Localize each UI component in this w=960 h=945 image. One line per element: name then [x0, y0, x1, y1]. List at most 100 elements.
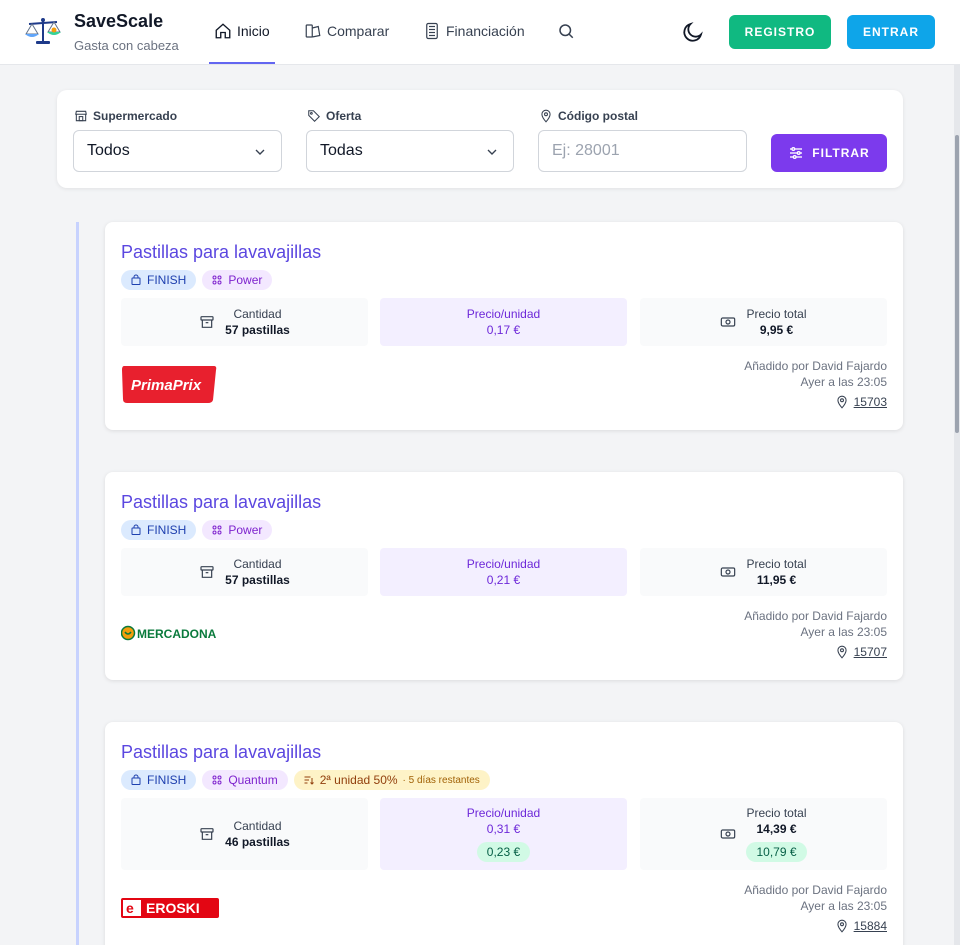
search-button[interactable]: [557, 22, 575, 40]
total-price-stat: Precio total 14,39 € 10,79 €: [640, 798, 887, 870]
brand-tag[interactable]: FINISH: [121, 520, 197, 540]
offer-meta: Añadido por David Fajardo Ayer a las 23:…: [744, 358, 887, 410]
nav-inicio-label: Inicio: [237, 23, 270, 39]
location-pin-icon: [541, 109, 551, 123]
postal-code[interactable]: 15884: [744, 918, 887, 934]
sort-down-icon: [304, 776, 314, 785]
mercadona-logo: MERCADONA: [121, 625, 217, 641]
top-header: SaveScale Gasta con cabeza Inicio Compar…: [0, 0, 960, 65]
bag-icon: [131, 774, 141, 785]
variant-tag[interactable]: Quantum: [202, 770, 288, 790]
unit-price-stat: Precio/unidad 0,21 €: [380, 548, 627, 596]
offer-tags: FINISH Power: [121, 520, 273, 540]
tag-icon: [308, 110, 320, 122]
quantity-label: Cantidad: [233, 819, 282, 833]
offer-meta: Añadido por David Fajardo Ayer a las 23:…: [744, 882, 887, 934]
brand-tag[interactable]: FINISH: [121, 270, 197, 290]
brand-subtitle: Gasta con cabeza: [74, 38, 179, 53]
brand-tag-label: FINISH: [147, 523, 187, 537]
offer-select[interactable]: Todas: [306, 130, 514, 172]
brand[interactable]: SaveScale Gasta con cabeza: [74, 11, 179, 53]
offer-meta: Añadido por David Fajardo Ayer a las 23:…: [744, 608, 887, 660]
variant-icon: [212, 275, 222, 285]
variant-tag-label: Power: [228, 273, 263, 287]
variant-tag[interactable]: Power: [202, 270, 273, 290]
quantity-value: 57 pastillas: [225, 323, 290, 337]
offer-title[interactable]: Pastillas para lavavajillas: [121, 742, 321, 763]
variant-tag[interactable]: Power: [202, 520, 273, 540]
postal-code-input[interactable]: [538, 130, 747, 172]
eroski-logo: e EROSKI: [121, 898, 219, 918]
promo-tag[interactable]: 2ª unidad 50% · 5 días restantes: [293, 770, 490, 790]
primaprix-logo: PrimaPrix: [122, 366, 217, 403]
supermarket-select-value: Todos: [87, 142, 130, 159]
postal-code-link[interactable]: 15703: [854, 394, 887, 410]
unit-price-value: 0,17 €: [486, 323, 521, 337]
active-nav-underline: [209, 62, 275, 64]
offer-card[interactable]: Pastillas para lavavajillas FINISH Power…: [105, 222, 903, 430]
added-when: Ayer a las 23:05: [800, 625, 887, 639]
box-icon: [200, 316, 214, 328]
chevron-down-icon: [255, 149, 265, 155]
location-pin-icon: [837, 919, 847, 933]
timeline-line: [76, 222, 79, 945]
added-by: Añadido por David Fajardo: [744, 609, 887, 623]
filter-button-label: FILTRAR: [812, 146, 870, 160]
scale-logo-icon[interactable]: [24, 16, 62, 46]
login-button[interactable]: ENTRAR: [847, 15, 935, 49]
offer-label: Oferta: [307, 109, 361, 123]
nav-financiacion-label: Financiación: [446, 23, 525, 39]
total-price-offer: 10,79 €: [746, 842, 807, 862]
brand-tag-label: FINISH: [147, 773, 187, 787]
location-pin-icon: [837, 645, 847, 659]
nav-comparar[interactable]: Comparar: [304, 22, 389, 40]
postal-code-link[interactable]: 15707: [854, 644, 887, 660]
added-when: Ayer a las 23:05: [800, 899, 887, 913]
brand-title: SaveScale: [74, 11, 164, 31]
variant-icon: [212, 775, 222, 785]
scrollbar[interactable]: [954, 65, 960, 945]
added-by: Añadido por David Fajardo: [744, 359, 887, 373]
moon-icon[interactable]: [681, 20, 705, 44]
promo-label: 2ª unidad 50%: [319, 773, 398, 787]
offer-card[interactable]: Pastillas para lavavajillas FINISH Quant…: [105, 722, 903, 945]
supermarket-select[interactable]: Todos: [73, 130, 282, 172]
filter-button[interactable]: FILTRAR: [771, 134, 887, 172]
quantity-value: 57 pastillas: [225, 573, 290, 587]
variant-tag-label: Power: [228, 523, 263, 537]
postal-label-text: Código postal: [558, 109, 638, 123]
filter-panel: Supermercado Todos Oferta Todas Código p…: [57, 90, 903, 188]
postal-label: Código postal: [539, 109, 638, 123]
offer-tags: FINISH Quantum 2ª unidad 50% · 5 días re…: [121, 770, 490, 790]
cash-icon: [721, 829, 736, 839]
bag-icon: [131, 274, 141, 285]
offer-card[interactable]: Pastillas para lavavajillas FINISH Power…: [105, 472, 903, 680]
offer-title[interactable]: Pastillas para lavavajillas: [121, 492, 321, 513]
nav-comparar-label: Comparar: [327, 23, 390, 39]
total-price-label: Precio total: [746, 557, 807, 571]
scrollbar-thumb[interactable]: [955, 135, 959, 433]
brand-tag[interactable]: FINISH: [121, 770, 197, 790]
variant-icon: [212, 525, 222, 535]
postal-code[interactable]: 15707: [744, 644, 887, 660]
svg-text:e: e: [126, 900, 134, 916]
postal-code[interactable]: 15703: [744, 394, 887, 410]
offer-title[interactable]: Pastillas para lavavajillas: [121, 242, 321, 263]
quantity-stat: Cantidad 46 pastillas: [121, 798, 368, 870]
total-price-value: 14,39 €: [756, 822, 797, 836]
location-pin-icon: [837, 395, 847, 409]
primaprix-logo-text: PrimaPrix: [131, 377, 202, 394]
nav-financiacion[interactable]: Financiación: [423, 22, 525, 40]
nav-inicio[interactable]: Inicio: [214, 22, 270, 40]
total-price-label: Precio total: [746, 806, 807, 820]
offer-tags: FINISH Power: [121, 270, 273, 290]
quantity-label: Cantidad: [233, 307, 282, 321]
total-price-stat: Precio total 9,95 €: [640, 298, 887, 346]
postal-code-link[interactable]: 15884: [854, 918, 887, 934]
supermarket-label: Supermercado: [74, 109, 177, 123]
mercadona-logo-text: MERCADONA: [137, 627, 217, 641]
register-button[interactable]: REGISTRO: [729, 15, 831, 49]
unit-price-label: Precio/unidad: [466, 557, 541, 571]
unit-price-label: Precio/unidad: [466, 806, 541, 820]
unit-price-stat: Precio/unidad 0,31 € 0,23 €: [380, 798, 627, 870]
